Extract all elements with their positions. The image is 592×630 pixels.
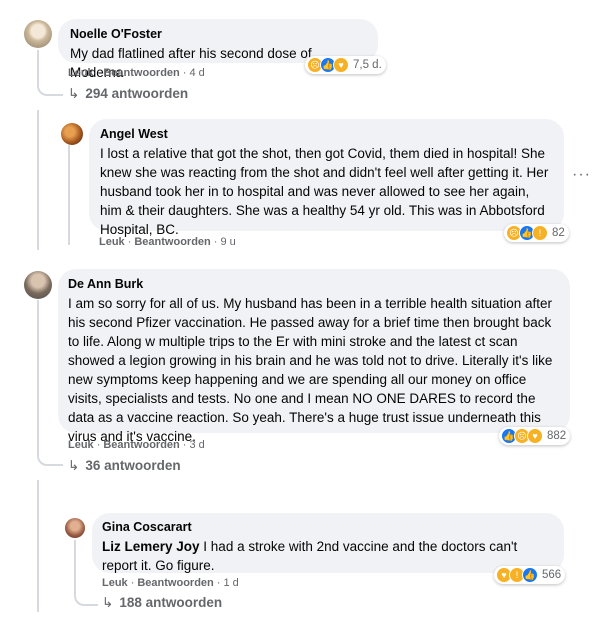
thread-line [37,300,39,450]
replies-count: 36 antwoorden [85,458,181,473]
reply-button[interactable]: Beantwoorden [137,577,213,589]
view-replies-button[interactable]: ↳ 36 antwoorden [68,458,181,474]
comment-actions: Leuk · Beantwoorden · 9 u [99,236,236,248]
like-button[interactable]: Leuk [68,439,94,451]
comment-text: I lost a relative that got the shot, the… [100,146,549,237]
like-button[interactable]: Leuk [102,577,128,589]
more-options-icon[interactable]: ··· [572,166,591,184]
reaction-summary[interactable]: ☹ 👍 ! 82 [504,224,569,242]
comment-text: I am so sorry for all of us. My husband … [68,296,553,444]
reaction-count: 882 [547,430,567,442]
avatar[interactable] [24,271,52,299]
timestamp[interactable]: 9 u [220,236,235,248]
reaction-summary[interactable]: ♥ ! 👍 566 [494,566,566,584]
timestamp[interactable]: 1 d [223,577,238,589]
reaction-count: 566 [542,569,562,581]
comment-author[interactable]: Angel West [100,126,553,142]
comment-author[interactable]: Gina Coscarart [102,519,554,535]
comment-bubble: De Ann Burk I am so sorry for all of us.… [58,269,570,444]
view-replies-button[interactable]: ↳ 188 antwoorden [102,595,222,611]
reply-button[interactable]: Beantwoorden [103,439,179,451]
view-replies-button[interactable]: ↳ 294 antwoorden [68,86,188,102]
reaction-count: 82 [552,227,565,239]
thread-connector [74,588,98,606]
reply-button[interactable]: Beantwoorden [134,236,210,248]
like-button[interactable]: Leuk [99,236,125,248]
replies-count: 294 antwoorden [85,86,189,101]
reaction-summary[interactable]: 👍 ☹ ♥ 882 [499,427,571,445]
thread-connector [37,78,63,96]
timestamp[interactable]: 3 d [189,439,204,451]
wow-icon: ! [532,225,548,241]
avatar[interactable] [65,518,85,538]
reply-arrow-icon: ↳ [68,86,80,101]
care-icon: ♥ [527,428,543,444]
reaction-summary[interactable]: ☹ 👍 ♥ 7,5 d. [305,56,386,74]
reaction-count: 7,5 d. [353,59,382,71]
reply-button[interactable]: Beantwoorden [103,67,179,79]
comment-actions: Leuk · Beantwoorden · 4 d [68,67,205,79]
avatar[interactable] [24,20,52,48]
reply-arrow-icon: ↳ [102,595,114,610]
replies-count: 188 antwoorden [119,595,223,610]
comment-bubble: Angel West I lost a relative that got th… [89,119,564,237]
care-icon: ♥ [333,57,349,73]
thread-line [37,480,39,612]
thread-line [37,110,39,250]
comment-actions: Leuk · Beantwoorden · 3 d [68,439,205,451]
thread-connector [37,448,63,466]
timestamp[interactable]: 4 d [189,67,204,79]
mentioned-user-link[interactable]: Liz Lemery Joy [102,539,200,554]
avatar[interactable] [61,123,83,145]
comment-text: Liz Lemery Joy I had a stroke with 2nd v… [102,539,518,573]
like-button[interactable]: Leuk [68,67,94,79]
thread-line [68,145,70,245]
like-icon: 👍 [522,567,538,583]
thread-line [74,540,76,590]
comment-author[interactable]: Noelle O'Foster [70,26,366,42]
reply-arrow-icon: ↳ [68,458,80,473]
comment-author[interactable]: De Ann Burk [68,276,560,292]
comment-bubble: Gina Coscarart Liz Lemery Joy I had a st… [92,513,564,573]
comment-actions: Leuk · Beantwoorden · 1 d [102,577,239,589]
